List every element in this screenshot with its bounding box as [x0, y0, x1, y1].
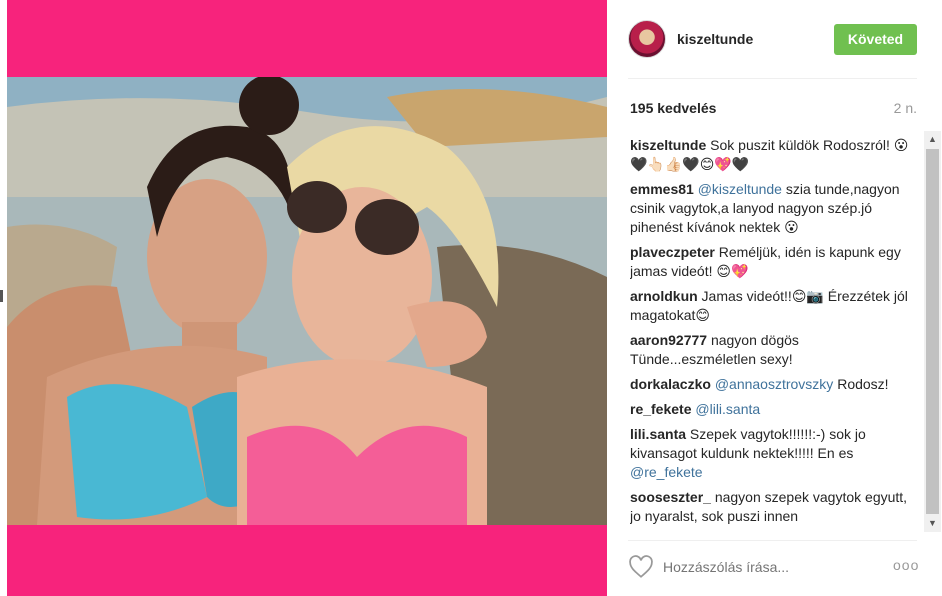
comment-item: lili.santa Szepek vagytok!!!!!!:-) sok j… [630, 425, 918, 482]
post-header: kiszeltunde Követed [607, 0, 942, 78]
post-photo[interactable] [7, 77, 607, 525]
comment-item: re_fekete @lili.santa [630, 400, 918, 419]
edge-marker [0, 290, 3, 302]
comment-author[interactable]: lili.santa [630, 426, 686, 442]
comment-bar: ooo [607, 540, 942, 596]
header-divider [628, 78, 917, 79]
scroll-down-arrow-icon[interactable]: ▼ [924, 515, 941, 532]
comment-author[interactable]: plaveczpeter [630, 244, 715, 260]
post-timestamp[interactable]: 2 n. [894, 100, 917, 116]
comment-author[interactable]: dorkalaczko [630, 376, 711, 392]
scroll-up-arrow-icon[interactable]: ▲ [924, 131, 941, 148]
comment-item: kiszeltunde Sok puszit küldök Rodoszról!… [630, 136, 918, 174]
comment-author[interactable]: kiszeltunde [630, 137, 706, 153]
comments-list: kiszeltunde Sok puszit küldök Rodoszról!… [630, 136, 918, 532]
comment-input[interactable] [663, 556, 883, 578]
comment-author[interactable]: re_fekete [630, 401, 692, 417]
comment-author[interactable]: soosеszter_ [630, 489, 711, 505]
comment-item: aaron92777 nagyon dögös Tünde...eszmélet… [630, 331, 918, 369]
comment-author[interactable]: emmes81 [630, 181, 694, 197]
comment-item: emmes81 @kiszeltunde szia tunde,nagyon c… [630, 180, 918, 237]
window-left-edge [0, 0, 7, 596]
comment-mention[interactable]: @kiszeltunde [698, 181, 782, 197]
photo-illustration [7, 77, 607, 525]
comment-mention[interactable]: @annaosztrovszky [715, 376, 833, 392]
comment-mention[interactable]: @re_fekete [630, 464, 703, 480]
author-username[interactable]: kiszeltunde [677, 31, 753, 47]
post-photo-panel [7, 0, 607, 596]
comment-author[interactable]: aaron92777 [630, 332, 707, 348]
comment-item: dorkalaczko @annaosztrovszky Rodosz! [630, 375, 918, 394]
comment-text: Rodosz! [833, 376, 889, 392]
likes-count[interactable]: 195 kedvelés [630, 100, 716, 116]
post-sidebar: kiszeltunde Követed 195 kedvelés 2 n. ki… [607, 0, 942, 596]
comments-scrollbar[interactable]: ▲ ▼ [924, 131, 941, 532]
comment-item: plaveczpeter Reméljük, idén is kapunk eg… [630, 243, 918, 281]
avatar[interactable] [628, 20, 666, 58]
comment-author[interactable]: arnoldkun [630, 288, 698, 304]
following-button[interactable]: Követed [834, 24, 917, 55]
comment-mention[interactable]: @lili.santa [695, 401, 760, 417]
heart-icon[interactable] [628, 554, 654, 580]
more-options-icon[interactable]: ooo [893, 557, 919, 573]
comment-item: soosеszter_ nagyon szepek vagytok egyutt… [630, 488, 918, 526]
comment-item: arnoldkun Jamas videót!!😊📷 Érezzétek jól… [630, 287, 918, 325]
scrollbar-thumb[interactable] [926, 149, 939, 514]
